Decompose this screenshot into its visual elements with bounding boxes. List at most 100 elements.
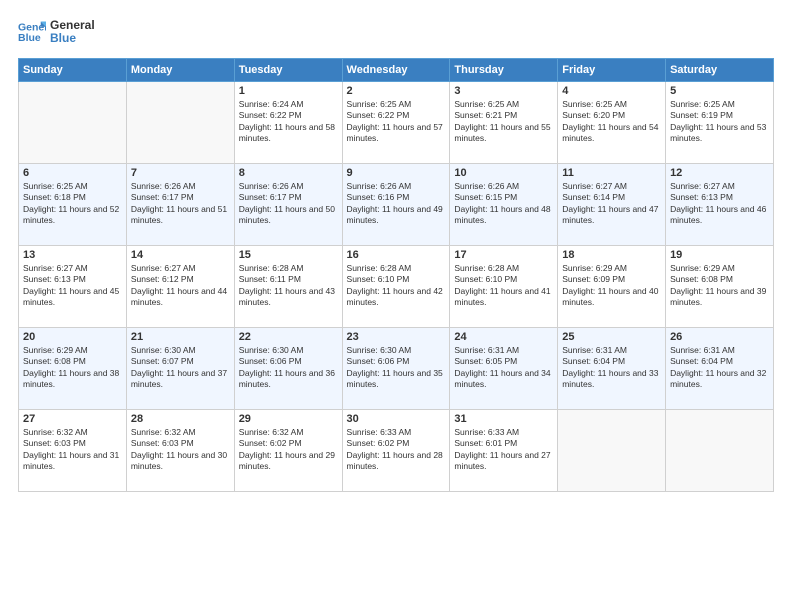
day-cell-7: 7Sunrise: 6:26 AM Sunset: 6:17 PM Daylig… — [126, 164, 234, 246]
day-info: Sunrise: 6:31 AM Sunset: 6:05 PM Dayligh… — [454, 345, 553, 391]
day-number: 23 — [347, 331, 446, 343]
day-number: 29 — [239, 413, 338, 425]
calendar-table: SundayMondayTuesdayWednesdayThursdayFrid… — [18, 58, 774, 492]
logo-icon: General Blue — [18, 18, 46, 46]
day-cell-30: 30 Sunrise: 6:33 AM Sunset: 6:02 PM Dayli… — [342, 410, 450, 492]
day-info: Sunrise: 6:26 AM Sunset: 6:17 PM Dayligh… — [131, 181, 230, 227]
week-row-2: 6 Sunrise: 6:25 AM Sunset: 6:18 PM Daylig… — [19, 164, 774, 246]
day-cell-5: 5 Sunrise: 6:25 AM Sunset: 6:19 PM Daylig… — [666, 82, 774, 164]
day-info: Sunrise: 6:25 AM Sunset: 6:18 PM Dayligh… — [23, 181, 122, 227]
week-row-5: 27Sunrise: 6:32 AM Sunset: 6:03 PM Dayli… — [19, 410, 774, 492]
day-info: Sunrise: 6:27 AM Sunset: 6:13 PM Dayligh… — [23, 263, 122, 309]
day-cell-13: 13 Sunrise: 6:27 AM Sunset: 6:13 PM Dayli… — [19, 246, 127, 328]
day-info: Sunrise: 6:31 AM Sunset: 6:04 PM Dayligh… — [562, 345, 661, 391]
day-cell-15: 15 Sunrise: 6:28 AM Sunset: 6:11 PM Dayli… — [234, 246, 342, 328]
day-info: Sunrise: 6:29 AM Sunset: 6:08 PM Dayligh… — [23, 345, 122, 391]
day-cell-27: 27Sunrise: 6:32 AM Sunset: 6:03 PM Dayli… — [19, 410, 127, 492]
day-cell-10: 10 Sunrise: 6:26 AM Sunset: 6:15 PM Dayli… — [450, 164, 558, 246]
week-row-3: 13 Sunrise: 6:27 AM Sunset: 6:13 PM Dayli… — [19, 246, 774, 328]
day-number: 15 — [239, 249, 338, 261]
day-info: Sunrise: 6:32 AM Sunset: 6:03 PM Dayligh… — [23, 427, 122, 473]
svg-text:Blue: Blue — [18, 32, 41, 44]
day-cell-4: 4Sunrise: 6:25 AM Sunset: 6:20 PM Daylig… — [558, 82, 666, 164]
empty-cell — [558, 410, 666, 492]
day-info: Sunrise: 6:27 AM Sunset: 6:14 PM Dayligh… — [562, 181, 661, 227]
day-number: 18 — [562, 249, 661, 261]
day-cell-18: 18Sunrise: 6:29 AM Sunset: 6:09 PM Dayli… — [558, 246, 666, 328]
day-info: Sunrise: 6:30 AM Sunset: 6:06 PM Dayligh… — [347, 345, 446, 391]
day-info: Sunrise: 6:28 AM Sunset: 6:10 PM Dayligh… — [347, 263, 446, 309]
day-number: 2 — [347, 85, 446, 97]
day-number: 21 — [131, 331, 230, 343]
day-number: 12 — [670, 167, 769, 179]
day-cell-24: 24 Sunrise: 6:31 AM Sunset: 6:05 PM Dayli… — [450, 328, 558, 410]
week-row-1: 1 Sunrise: 6:24 AM Sunset: 6:22 PM Daylig… — [19, 82, 774, 164]
day-number: 10 — [454, 167, 553, 179]
day-info: Sunrise: 6:25 AM Sunset: 6:21 PM Dayligh… — [454, 99, 553, 145]
day-number: 13 — [23, 249, 122, 261]
day-cell-2: 2 Sunrise: 6:25 AM Sunset: 6:22 PM Daylig… — [342, 82, 450, 164]
weekday-header-row: SundayMondayTuesdayWednesdayThursdayFrid… — [19, 59, 774, 82]
day-info: Sunrise: 6:25 AM Sunset: 6:22 PM Dayligh… — [347, 99, 446, 145]
day-number: 31 — [454, 413, 553, 425]
day-cell-17: 17Sunrise: 6:28 AM Sunset: 6:10 PM Dayli… — [450, 246, 558, 328]
day-info: Sunrise: 6:30 AM Sunset: 6:07 PM Dayligh… — [131, 345, 230, 391]
day-number: 17 — [454, 249, 553, 261]
day-number: 8 — [239, 167, 338, 179]
day-number: 3 — [454, 85, 553, 97]
day-cell-21: 21 Sunrise: 6:30 AM Sunset: 6:07 PM Dayli… — [126, 328, 234, 410]
day-number: 6 — [23, 167, 122, 179]
logo-text-line2: Blue — [50, 32, 95, 45]
day-cell-16: 16 Sunrise: 6:28 AM Sunset: 6:10 PM Dayli… — [342, 246, 450, 328]
day-number: 19 — [670, 249, 769, 261]
day-number: 14 — [131, 249, 230, 261]
day-number: 24 — [454, 331, 553, 343]
day-info: Sunrise: 6:26 AM Sunset: 6:17 PM Dayligh… — [239, 181, 338, 227]
day-cell-25: 25 Sunrise: 6:31 AM Sunset: 6:04 PM Dayli… — [558, 328, 666, 410]
day-info: Sunrise: 6:33 AM Sunset: 6:01 PM Dayligh… — [454, 427, 553, 473]
day-info: Sunrise: 6:33 AM Sunset: 6:02 PM Dayligh… — [347, 427, 446, 473]
day-info: Sunrise: 6:26 AM Sunset: 6:15 PM Dayligh… — [454, 181, 553, 227]
day-cell-26: 26 Sunrise: 6:31 AM Sunset: 6:04 PM Dayli… — [666, 328, 774, 410]
week-row-4: 20Sunrise: 6:29 AM Sunset: 6:08 PM Dayli… — [19, 328, 774, 410]
day-number: 5 — [670, 85, 769, 97]
weekday-header-thursday: Thursday — [450, 59, 558, 82]
day-cell-3: 3 Sunrise: 6:25 AM Sunset: 6:21 PM Daylig… — [450, 82, 558, 164]
day-cell-19: 19 Sunrise: 6:29 AM Sunset: 6:08 PM Dayli… — [666, 246, 774, 328]
empty-cell — [666, 410, 774, 492]
weekday-header-monday: Monday — [126, 59, 234, 82]
day-info: Sunrise: 6:25 AM Sunset: 6:19 PM Dayligh… — [670, 99, 769, 145]
day-number: 4 — [562, 85, 661, 97]
day-cell-22: 22Sunrise: 6:30 AM Sunset: 6:06 PM Dayli… — [234, 328, 342, 410]
day-number: 25 — [562, 331, 661, 343]
day-cell-31: 31 Sunrise: 6:33 AM Sunset: 6:01 PM Dayli… — [450, 410, 558, 492]
day-cell-12: 12 Sunrise: 6:27 AM Sunset: 6:13 PM Dayli… — [666, 164, 774, 246]
day-cell-23: 23 Sunrise: 6:30 AM Sunset: 6:06 PM Dayli… — [342, 328, 450, 410]
day-number: 26 — [670, 331, 769, 343]
empty-cell — [19, 82, 127, 164]
day-cell-20: 20Sunrise: 6:29 AM Sunset: 6:08 PM Dayli… — [19, 328, 127, 410]
weekday-header-sunday: Sunday — [19, 59, 127, 82]
day-number: 1 — [239, 85, 338, 97]
day-info: Sunrise: 6:32 AM Sunset: 6:03 PM Dayligh… — [131, 427, 230, 473]
day-cell-29: 29 Sunrise: 6:32 AM Sunset: 6:02 PM Dayli… — [234, 410, 342, 492]
day-number: 30 — [347, 413, 446, 425]
day-info: Sunrise: 6:26 AM Sunset: 6:16 PM Dayligh… — [347, 181, 446, 227]
day-cell-14: 14 Sunrise: 6:27 AM Sunset: 6:12 PM Dayli… — [126, 246, 234, 328]
day-info: Sunrise: 6:27 AM Sunset: 6:12 PM Dayligh… — [131, 263, 230, 309]
day-number: 11 — [562, 167, 661, 179]
day-cell-1: 1 Sunrise: 6:24 AM Sunset: 6:22 PM Daylig… — [234, 82, 342, 164]
day-number: 22 — [239, 331, 338, 343]
day-info: Sunrise: 6:24 AM Sunset: 6:22 PM Dayligh… — [239, 99, 338, 145]
day-info: Sunrise: 6:29 AM Sunset: 6:08 PM Dayligh… — [670, 263, 769, 309]
day-info: Sunrise: 6:31 AM Sunset: 6:04 PM Dayligh… — [670, 345, 769, 391]
weekday-header-tuesday: Tuesday — [234, 59, 342, 82]
day-cell-6: 6 Sunrise: 6:25 AM Sunset: 6:18 PM Daylig… — [19, 164, 127, 246]
empty-cell — [126, 82, 234, 164]
day-info: Sunrise: 6:28 AM Sunset: 6:11 PM Dayligh… — [239, 263, 338, 309]
day-cell-9: 9Sunrise: 6:26 AM Sunset: 6:16 PM Daylig… — [342, 164, 450, 246]
weekday-header-wednesday: Wednesday — [342, 59, 450, 82]
day-info: Sunrise: 6:32 AM Sunset: 6:02 PM Dayligh… — [239, 427, 338, 473]
day-number: 16 — [347, 249, 446, 261]
day-info: Sunrise: 6:27 AM Sunset: 6:13 PM Dayligh… — [670, 181, 769, 227]
